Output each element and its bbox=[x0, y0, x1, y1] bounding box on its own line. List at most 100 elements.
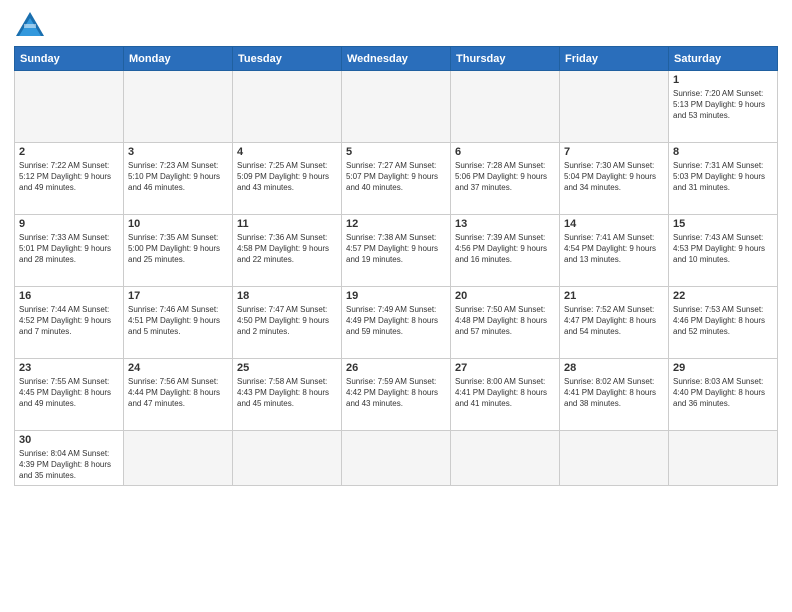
day-number: 6 bbox=[455, 146, 555, 158]
week-row-2: 2 Sunrise: 7:22 AM Sunset: 5:12 PM Daylig… bbox=[15, 143, 778, 215]
week-row-3: 9Sunrise: 7:33 AM Sunset: 5:01 PM Daylig… bbox=[15, 215, 778, 287]
day-number: 12 bbox=[346, 218, 446, 230]
calendar-cell: 8Sunrise: 7:31 AM Sunset: 5:03 PM Daylig… bbox=[669, 143, 778, 215]
day-info: Sunrise: 8:00 AM Sunset: 4:41 PM Dayligh… bbox=[455, 376, 555, 410]
calendar-cell: 19Sunrise: 7:49 AM Sunset: 4:49 PM Dayli… bbox=[342, 287, 451, 359]
day-number: 22 bbox=[673, 290, 773, 302]
day-info: Sunrise: 7:36 AM Sunset: 4:58 PM Dayligh… bbox=[237, 232, 337, 266]
calendar-cell: 18Sunrise: 7:47 AM Sunset: 4:50 PM Dayli… bbox=[233, 287, 342, 359]
calendar-cell: 20 Sunrise: 7:50 AM Sunset: 4:48 PM Dayli… bbox=[451, 287, 560, 359]
day-number: 14 bbox=[564, 218, 664, 230]
day-number: 15 bbox=[673, 218, 773, 230]
day-info: Sunrise: 7:55 AM Sunset: 4:45 PM Dayligh… bbox=[19, 376, 119, 410]
calendar-cell bbox=[342, 71, 451, 143]
calendar-cell: 21Sunrise: 7:52 AM Sunset: 4:47 PM Dayli… bbox=[560, 287, 669, 359]
calendar-cell: 12 Sunrise: 7:38 AM Sunset: 4:57 PM Dayli… bbox=[342, 215, 451, 287]
calendar-cell: 30Sunrise: 8:04 AM Sunset: 4:39 PM Dayli… bbox=[15, 431, 124, 486]
day-number: 28 bbox=[564, 362, 664, 374]
calendar-cell bbox=[451, 431, 560, 486]
calendar-cell: 24 Sunrise: 7:56 AM Sunset: 4:44 PM Dayli… bbox=[124, 359, 233, 431]
day-number: 26 bbox=[346, 362, 446, 374]
calendar-cell: 3 Sunrise: 7:23 AM Sunset: 5:10 PM Daylig… bbox=[124, 143, 233, 215]
calendar-cell: 22 Sunrise: 7:53 AM Sunset: 4:46 PM Dayli… bbox=[669, 287, 778, 359]
weekday-header-row: SundayMondayTuesdayWednesdayThursdayFrid… bbox=[15, 47, 778, 71]
day-info: Sunrise: 8:02 AM Sunset: 4:41 PM Dayligh… bbox=[564, 376, 664, 410]
day-number: 8 bbox=[673, 146, 773, 158]
calendar-cell: 13 Sunrise: 7:39 AM Sunset: 4:56 PM Dayli… bbox=[451, 215, 560, 287]
day-info: Sunrise: 7:52 AM Sunset: 4:47 PM Dayligh… bbox=[564, 304, 664, 338]
logo-icon bbox=[14, 10, 46, 38]
calendar-cell: 10 Sunrise: 7:35 AM Sunset: 5:00 PM Dayli… bbox=[124, 215, 233, 287]
day-info: Sunrise: 7:22 AM Sunset: 5:12 PM Dayligh… bbox=[19, 160, 119, 194]
day-info: Sunrise: 7:43 AM Sunset: 4:53 PM Dayligh… bbox=[673, 232, 773, 266]
day-info: Sunrise: 7:38 AM Sunset: 4:57 PM Dayligh… bbox=[346, 232, 446, 266]
day-number: 17 bbox=[128, 290, 228, 302]
calendar-cell: 29Sunrise: 8:03 AM Sunset: 4:40 PM Dayli… bbox=[669, 359, 778, 431]
day-number: 4 bbox=[237, 146, 337, 158]
day-info: Sunrise: 7:20 AM Sunset: 5:13 PM Dayligh… bbox=[673, 88, 773, 122]
day-number: 27 bbox=[455, 362, 555, 374]
day-number: 5 bbox=[346, 146, 446, 158]
calendar-cell bbox=[124, 431, 233, 486]
day-number: 20 bbox=[455, 290, 555, 302]
calendar-cell: 9Sunrise: 7:33 AM Sunset: 5:01 PM Daylig… bbox=[15, 215, 124, 287]
weekday-header-wednesday: Wednesday bbox=[342, 47, 451, 71]
day-info: Sunrise: 7:56 AM Sunset: 4:44 PM Dayligh… bbox=[128, 376, 228, 410]
day-info: Sunrise: 7:25 AM Sunset: 5:09 PM Dayligh… bbox=[237, 160, 337, 194]
week-row-5: 23 Sunrise: 7:55 AM Sunset: 4:45 PM Dayli… bbox=[15, 359, 778, 431]
day-info: Sunrise: 7:49 AM Sunset: 4:49 PM Dayligh… bbox=[346, 304, 446, 338]
calendar-cell bbox=[124, 71, 233, 143]
day-number: 25 bbox=[237, 362, 337, 374]
week-row-1: 1 Sunrise: 7:20 AM Sunset: 5:13 PM Daylig… bbox=[15, 71, 778, 143]
day-number: 23 bbox=[19, 362, 119, 374]
calendar-cell: 11 Sunrise: 7:36 AM Sunset: 4:58 PM Dayli… bbox=[233, 215, 342, 287]
day-number: 16 bbox=[19, 290, 119, 302]
calendar-cell: 4 Sunrise: 7:25 AM Sunset: 5:09 PM Daylig… bbox=[233, 143, 342, 215]
calendar-cell: 2 Sunrise: 7:22 AM Sunset: 5:12 PM Daylig… bbox=[15, 143, 124, 215]
day-number: 3 bbox=[128, 146, 228, 158]
calendar-cell: 27 Sunrise: 8:00 AM Sunset: 4:41 PM Dayli… bbox=[451, 359, 560, 431]
day-info: Sunrise: 7:53 AM Sunset: 4:46 PM Dayligh… bbox=[673, 304, 773, 338]
day-info: Sunrise: 7:59 AM Sunset: 4:42 PM Dayligh… bbox=[346, 376, 446, 410]
day-number: 2 bbox=[19, 146, 119, 158]
day-number: 10 bbox=[128, 218, 228, 230]
day-info: Sunrise: 7:35 AM Sunset: 5:00 PM Dayligh… bbox=[128, 232, 228, 266]
weekday-header-thursday: Thursday bbox=[451, 47, 560, 71]
calendar-cell bbox=[451, 71, 560, 143]
day-number: 1 bbox=[673, 74, 773, 86]
day-info: Sunrise: 7:46 AM Sunset: 4:51 PM Dayligh… bbox=[128, 304, 228, 338]
day-info: Sunrise: 7:50 AM Sunset: 4:48 PM Dayligh… bbox=[455, 304, 555, 338]
day-number: 7 bbox=[564, 146, 664, 158]
day-number: 13 bbox=[455, 218, 555, 230]
weekday-header-sunday: Sunday bbox=[15, 47, 124, 71]
day-info: Sunrise: 7:30 AM Sunset: 5:04 PM Dayligh… bbox=[564, 160, 664, 194]
day-number: 11 bbox=[237, 218, 337, 230]
day-info: Sunrise: 7:47 AM Sunset: 4:50 PM Dayligh… bbox=[237, 304, 337, 338]
calendar-cell: 14 Sunrise: 7:41 AM Sunset: 4:54 PM Dayli… bbox=[560, 215, 669, 287]
day-info: Sunrise: 8:04 AM Sunset: 4:39 PM Dayligh… bbox=[19, 448, 119, 482]
calendar-cell bbox=[669, 431, 778, 486]
calendar-cell bbox=[233, 71, 342, 143]
calendar-cell: 16 Sunrise: 7:44 AM Sunset: 4:52 PM Dayli… bbox=[15, 287, 124, 359]
week-row-4: 16 Sunrise: 7:44 AM Sunset: 4:52 PM Dayli… bbox=[15, 287, 778, 359]
day-info: Sunrise: 7:23 AM Sunset: 5:10 PM Dayligh… bbox=[128, 160, 228, 194]
calendar-cell bbox=[233, 431, 342, 486]
calendar: SundayMondayTuesdayWednesdayThursdayFrid… bbox=[14, 46, 778, 486]
calendar-cell: 15 Sunrise: 7:43 AM Sunset: 4:53 PM Dayli… bbox=[669, 215, 778, 287]
day-info: Sunrise: 7:44 AM Sunset: 4:52 PM Dayligh… bbox=[19, 304, 119, 338]
day-info: Sunrise: 7:28 AM Sunset: 5:06 PM Dayligh… bbox=[455, 160, 555, 194]
header bbox=[14, 10, 778, 38]
logo bbox=[14, 10, 50, 38]
calendar-cell bbox=[560, 431, 669, 486]
weekday-header-tuesday: Tuesday bbox=[233, 47, 342, 71]
day-info: Sunrise: 7:58 AM Sunset: 4:43 PM Dayligh… bbox=[237, 376, 337, 410]
day-info: Sunrise: 7:39 AM Sunset: 4:56 PM Dayligh… bbox=[455, 232, 555, 266]
calendar-cell: 1 Sunrise: 7:20 AM Sunset: 5:13 PM Daylig… bbox=[669, 71, 778, 143]
day-number: 24 bbox=[128, 362, 228, 374]
weekday-header-friday: Friday bbox=[560, 47, 669, 71]
calendar-cell: 6 Sunrise: 7:28 AM Sunset: 5:06 PM Daylig… bbox=[451, 143, 560, 215]
week-row-6: 30Sunrise: 8:04 AM Sunset: 4:39 PM Dayli… bbox=[15, 431, 778, 486]
day-info: Sunrise: 7:33 AM Sunset: 5:01 PM Dayligh… bbox=[19, 232, 119, 266]
calendar-cell: 7 Sunrise: 7:30 AM Sunset: 5:04 PM Daylig… bbox=[560, 143, 669, 215]
day-info: Sunrise: 7:41 AM Sunset: 4:54 PM Dayligh… bbox=[564, 232, 664, 266]
